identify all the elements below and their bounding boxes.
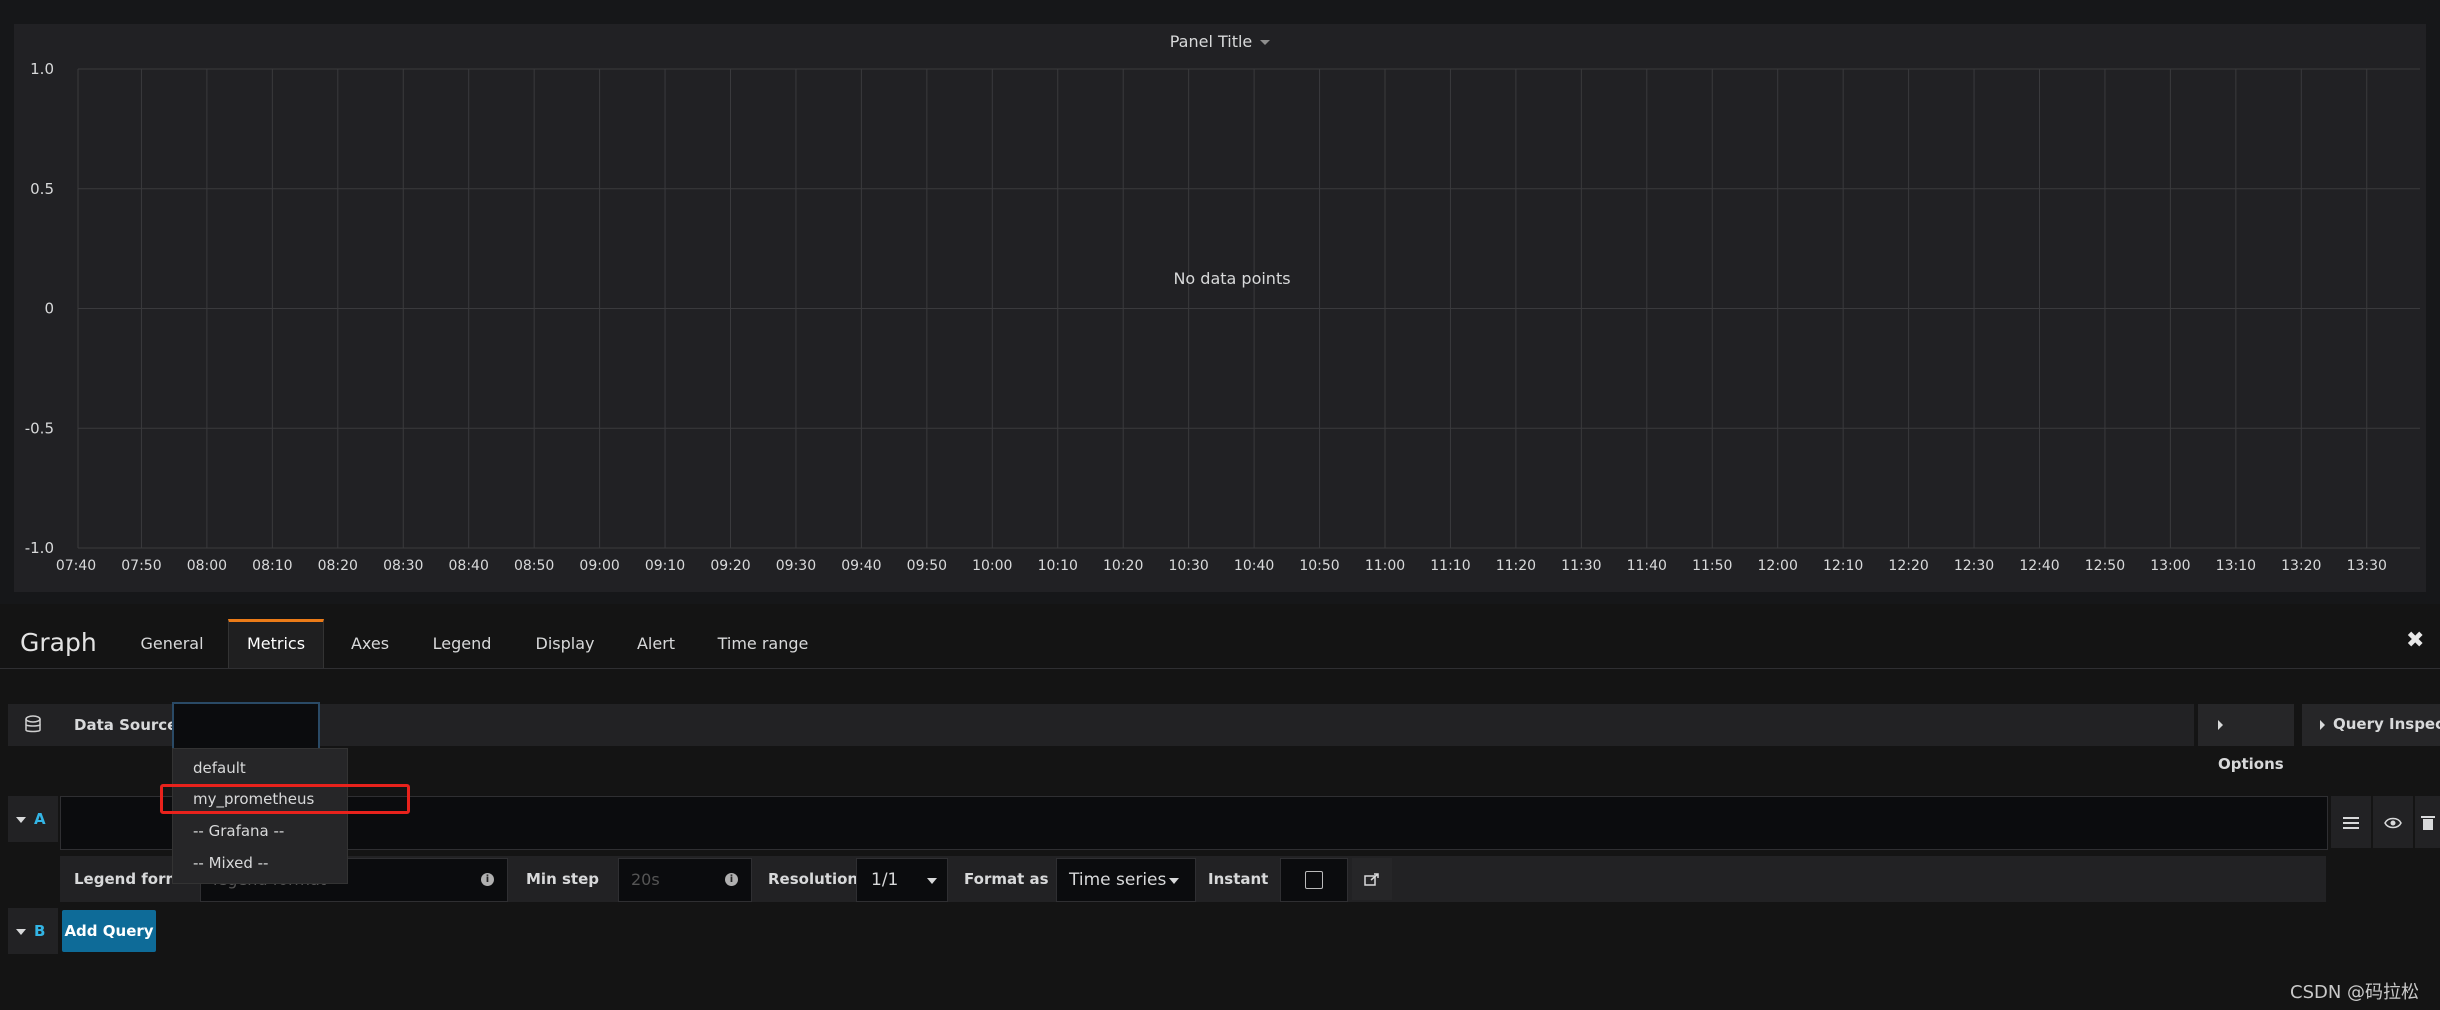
x-tick-label: 09:50 (907, 558, 947, 574)
query-inspector-toggle[interactable]: Query Inspector (2302, 704, 2440, 746)
query-inspector-label: Query Inspector (2333, 715, 2440, 733)
info-icon[interactable]: i (481, 873, 494, 886)
chevron-down-icon[interactable] (1260, 40, 1271, 45)
x-tick-label: 10:20 (1103, 558, 1143, 574)
datasource-label: Data Source (74, 716, 178, 734)
tab-divider (0, 668, 2440, 669)
panel-title-text[interactable]: Panel Title (1170, 32, 1253, 51)
graph-panel: 1.0 0.5 0 -0.5 -1.0 07:40 07:50 08:00 08:10 08:20… (14, 24, 2426, 592)
min-step-label: Min step (526, 870, 599, 888)
add-query-button[interactable]: Add Query (62, 910, 156, 952)
datasource-row (8, 704, 2194, 746)
close-icon[interactable]: ✖ (2406, 628, 2424, 653)
x-tick-label: 09:40 (841, 558, 881, 574)
y-tick-label: 1.0 (30, 60, 54, 78)
no-data-message: No data points (1173, 269, 1290, 288)
watermark: CSDN @码拉松 (2290, 982, 2420, 1003)
y-tick-label: -1.0 (25, 539, 54, 557)
instant-label: Instant (1208, 870, 1269, 888)
database-icon (24, 715, 42, 739)
min-step-input[interactable]: 20s i (618, 858, 752, 902)
x-tick-label: 11:50 (1692, 558, 1732, 574)
x-tick-label: 10:00 (972, 558, 1012, 574)
options-toggle[interactable]: Options (2198, 704, 2294, 773)
trash-icon[interactable] (2414, 796, 2440, 848)
resolution-select[interactable]: 1/1 (856, 858, 948, 902)
tab-general[interactable]: General (126, 619, 218, 668)
x-tick-label: 08:30 (383, 558, 423, 574)
x-tick-label: 08:40 (449, 558, 489, 574)
x-tick-label: 09:10 (645, 558, 685, 574)
query-a-letter[interactable]: A (16, 810, 46, 828)
x-tick-label: 09:00 (579, 558, 619, 574)
instant-checkbox-container[interactable] (1280, 858, 1348, 902)
x-tick-label: 13:00 (2150, 558, 2190, 574)
tab-time-range[interactable]: Time range (706, 619, 820, 668)
resolution-value: 1/1 (871, 870, 899, 890)
chart: 1.0 0.5 0 -0.5 -1.007:40 07:50 08:00 08:10 08:20… (25, 60, 2420, 574)
tab-legend[interactable]: Legend (422, 619, 502, 668)
x-tick-label: 12:10 (1823, 558, 1863, 574)
tab-metrics[interactable]: Metrics (228, 619, 324, 669)
datasource-option-default[interactable]: default (193, 759, 246, 777)
x-tick-label: 07:40 (56, 558, 96, 574)
datasource-option-mixed[interactable]: -- Mixed -- (193, 854, 268, 872)
x-tick-label: 12:50 (2085, 558, 2125, 574)
caret-right-icon (2320, 719, 2325, 730)
x-tick-label: 07:50 (121, 558, 161, 574)
x-tick-label: 10:10 (1038, 558, 1078, 574)
x-tick-label: 11:40 (1627, 558, 1667, 574)
format-as-value: Time series (1069, 870, 1167, 890)
x-tick-label: 12:20 (1888, 558, 1928, 574)
eye-icon[interactable] (2372, 796, 2413, 848)
panel-title[interactable]: Panel Title (14, 32, 2426, 51)
tab-display[interactable]: Display (522, 619, 608, 668)
x-tick-label: 09:30 (776, 558, 816, 574)
x-tick-label: 08:20 (318, 558, 358, 574)
datasource-option-grafana[interactable]: -- Grafana -- (193, 822, 284, 840)
chevron-down-icon (16, 928, 26, 935)
x-tick-label: 11:20 (1496, 558, 1536, 574)
tab-alert[interactable]: Alert (624, 619, 688, 668)
x-tick-label: 09:20 (710, 558, 750, 574)
caret-right-icon (2218, 719, 2223, 730)
datasource-dropdown-menu: default my_prometheus -- Grafana -- -- M… (172, 748, 348, 884)
chevron-down-icon (1169, 878, 1179, 884)
x-tick-label: 10:40 (1234, 558, 1274, 574)
resolution-label: Resolution (768, 870, 859, 888)
format-as-select[interactable]: Time series (1056, 858, 1196, 902)
tab-axes[interactable]: Axes (335, 619, 405, 668)
query-b-letter[interactable]: B (16, 922, 45, 940)
x-tick-label: 13:20 (2281, 558, 2321, 574)
x-tick-label: 11:30 (1561, 558, 1601, 574)
y-tick-label: 0.5 (30, 180, 54, 198)
format-as-label: Format as (964, 870, 1049, 888)
editor-title: Graph (20, 628, 97, 657)
y-tick-label: 0 (44, 300, 54, 318)
x-tick-label: 08:50 (514, 558, 554, 574)
chevron-down-icon (16, 816, 26, 823)
x-tick-label: 10:30 (1168, 558, 1208, 574)
datasource-select[interactable] (172, 702, 320, 750)
hamburger-menu-icon[interactable] (2330, 796, 2371, 848)
highlight-box (160, 784, 410, 814)
options-label: Options (2218, 755, 2284, 773)
y-tick-label: -0.5 (25, 419, 54, 437)
x-tick-label: 13:30 (2347, 558, 2387, 574)
x-tick-label: 12:40 (2019, 558, 2059, 574)
x-tick-label: 11:10 (1430, 558, 1470, 574)
instant-checkbox[interactable] (1305, 871, 1323, 889)
x-tick-label: 12:30 (1954, 558, 1994, 574)
chevron-down-icon (927, 878, 937, 884)
x-tick-label: 10:50 (1299, 558, 1339, 574)
min-step-placeholder: 20s (631, 870, 660, 889)
share-icon[interactable] (1352, 858, 1392, 900)
info-icon[interactable]: i (725, 873, 738, 886)
x-tick-label: 08:00 (187, 558, 227, 574)
x-tick-label: 08:10 (252, 558, 292, 574)
x-tick-label: 11:00 (1365, 558, 1405, 574)
x-tick-label: 13:10 (2216, 558, 2256, 574)
x-tick-label: 12:00 (1758, 558, 1798, 574)
